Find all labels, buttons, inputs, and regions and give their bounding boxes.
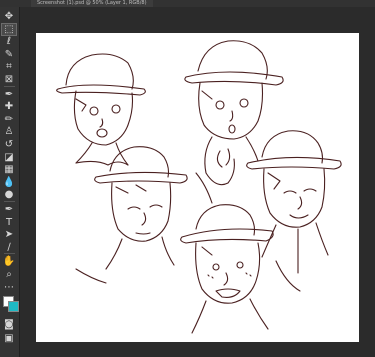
- eraser-tool-icon[interactable]: ◪: [2, 152, 16, 163]
- marquee-tool-icon[interactable]: ⬚: [1, 22, 17, 36]
- history-brush-tool-icon[interactable]: ↺: [2, 139, 16, 150]
- workspace: [20, 7, 375, 357]
- line-tool-icon[interactable]: ∕: [2, 242, 16, 253]
- dodge-tool-icon[interactable]: ●: [2, 189, 16, 200]
- tool-separator: [4, 85, 15, 87]
- face-top-left: [56, 53, 146, 166]
- frame-tool-icon[interactable]: ⊠: [2, 74, 16, 85]
- zoom-tool-icon[interactable]: ⌕: [2, 269, 16, 280]
- title-bar: Screenshot (1).psd @ 50% (Layer 1, RGB/8…: [0, 0, 375, 7]
- clone-stamp-tool-icon[interactable]: ♙: [2, 126, 16, 137]
- canvas[interactable]: [36, 33, 359, 342]
- face-mid-right: [246, 130, 342, 274]
- face-top-center: [184, 40, 284, 204]
- path-select-tool-icon[interactable]: ➤: [2, 229, 16, 240]
- brush-tool-icon[interactable]: ✏: [2, 114, 16, 125]
- quick-select-tool-icon[interactable]: ✎: [2, 49, 16, 60]
- tool-separator: [4, 253, 15, 255]
- quick-mask-icon[interactable]: ◙: [2, 319, 16, 330]
- blur-tool-icon[interactable]: 💧: [2, 177, 16, 188]
- crop-tool-icon[interactable]: ⌗: [2, 61, 16, 72]
- hand-tool-icon[interactable]: ✋: [2, 256, 16, 267]
- eyedropper-tool-icon[interactable]: ✒: [2, 89, 16, 100]
- type-tool-icon[interactable]: T: [2, 217, 16, 228]
- more-tools-icon[interactable]: ⋯: [2, 282, 16, 293]
- move-tool-icon[interactable]: ✥: [2, 11, 16, 22]
- document-tab[interactable]: Screenshot (1).psd @ 50% (Layer 1, RGB/8…: [31, 0, 153, 7]
- sketch-artwork: [56, 40, 342, 334]
- background-color-swatch[interactable]: [8, 301, 19, 312]
- lasso-tool-icon[interactable]: ℓ: [2, 36, 16, 47]
- pen-tool-icon[interactable]: ✒: [2, 204, 16, 215]
- tool-separator: [4, 201, 15, 202]
- face-bottom-center: [180, 204, 274, 334]
- healing-brush-tool-icon[interactable]: ✚: [2, 101, 16, 112]
- gradient-tool-icon[interactable]: ▦: [2, 164, 16, 175]
- screen-mode-icon[interactable]: ▣: [2, 333, 16, 344]
